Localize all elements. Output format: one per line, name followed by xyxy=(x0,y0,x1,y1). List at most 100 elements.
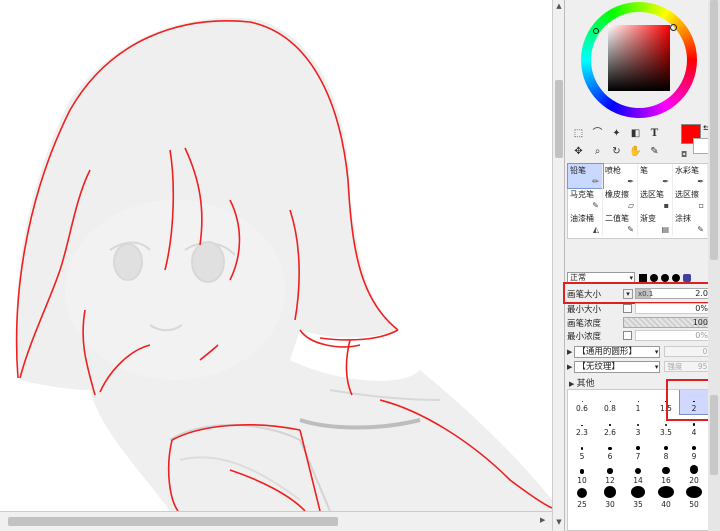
size-preset[interactable]: 30 xyxy=(596,486,624,510)
size-preset[interactable]: 7 xyxy=(624,438,652,462)
size-preset[interactable]: 5 xyxy=(568,438,596,462)
brush-smudge[interactable]: 涂抹 ✎ xyxy=(673,212,708,236)
brush-selection-eraser[interactable]: 选区擦 ▫ xyxy=(673,188,708,212)
size-preset[interactable]: 0.8 xyxy=(596,390,624,414)
brush-label: 选区笔 xyxy=(640,190,664,199)
size-preset[interactable]: 10 xyxy=(568,462,596,486)
select-rect-icon[interactable]: ⬚ xyxy=(571,126,586,141)
round-shape-icon[interactable] xyxy=(650,273,658,282)
magic-wand-icon[interactable]: ✦ xyxy=(609,126,624,141)
size-preset[interactable]: 1 xyxy=(624,390,652,414)
size-preset[interactable]: 9 xyxy=(680,438,708,462)
scroll-up-icon[interactable]: ▲ xyxy=(554,1,564,11)
brush-dot-icon xyxy=(686,486,702,498)
brush-label: 铅笔 xyxy=(570,166,586,175)
size-label: 0.8 xyxy=(604,404,616,413)
shape-strength-value[interactable]: 0 xyxy=(664,346,711,357)
size-preset[interactable]: 35 xyxy=(624,486,652,510)
canvas-vertical-scrollbar[interactable]: ▲ ▼ xyxy=(552,0,564,531)
min-size-checkbox[interactable] xyxy=(623,304,632,313)
hand-icon[interactable]: ✋ xyxy=(628,144,643,159)
rotate-icon[interactable]: ↻ xyxy=(609,144,624,159)
brush-label: 橡皮擦 xyxy=(605,190,629,199)
sv-picker-handle[interactable] xyxy=(593,28,599,34)
drawing-canvas[interactable] xyxy=(0,0,552,511)
brush-shape-presets xyxy=(639,273,691,282)
min-size-slider[interactable]: 0% xyxy=(635,303,711,314)
brush-dot-icon xyxy=(581,401,583,402)
scroll-right-icon[interactable]: ▶ xyxy=(540,516,550,528)
brush-dot-icon xyxy=(580,447,584,450)
other-section-toggle[interactable]: ▶ 其他 xyxy=(569,376,595,389)
panel-scroll-thumb[interactable] xyxy=(710,0,718,260)
brush-marker[interactable]: 马克笔 ✎ xyxy=(568,188,603,212)
brush-eraser[interactable]: 橡皮擦 ▱ xyxy=(603,188,638,212)
layer-select-icon[interactable]: ◧ xyxy=(628,126,643,141)
texture-row: ▶ 【无纹理】 强度 95 xyxy=(567,360,711,373)
size-preset[interactable]: 50 xyxy=(680,486,708,510)
size-preset[interactable]: 8 xyxy=(652,438,680,462)
brush-bucket[interactable]: 油漆桶 ◭ xyxy=(568,212,603,236)
min-density-slider[interactable]: 0% xyxy=(635,330,711,341)
brush-binary-pen[interactable]: 二值笔 ✎ xyxy=(603,212,638,236)
density-slider[interactable]: 100 xyxy=(623,317,711,328)
size-label: 3.5 xyxy=(660,428,672,437)
min-size-value: 0% xyxy=(695,304,708,313)
min-density-checkbox[interactable] xyxy=(623,331,632,340)
texture-strength-field[interactable]: 强度 95 xyxy=(664,361,711,372)
texture-select[interactable]: 【无纹理】 xyxy=(574,360,661,373)
brush-shape-select[interactable]: 【通用的圆形】 xyxy=(574,345,661,358)
hue-picker-handle[interactable] xyxy=(670,24,677,31)
size-label: 4 xyxy=(691,428,697,437)
canvas-hscroll-thumb[interactable] xyxy=(8,517,338,526)
move-icon[interactable]: ✥ xyxy=(571,144,586,159)
text-tool-icon[interactable]: T xyxy=(647,126,662,141)
size-preset[interactable]: 2.3 xyxy=(568,414,596,438)
min-size-label: 最小大小 xyxy=(567,304,602,315)
brush-gradient[interactable]: 渐变 ▤ xyxy=(638,212,673,236)
round-shape-icon[interactable] xyxy=(661,273,669,282)
watercolor-icon: ✒ xyxy=(697,177,704,186)
brush-dot-icon xyxy=(608,446,612,450)
brush-pen[interactable]: 笔 ✒ xyxy=(638,164,673,188)
brush-label: 涂抹 xyxy=(675,214,691,223)
scroll-down-icon[interactable]: ▼ xyxy=(554,517,564,527)
selection-eraser-icon: ▫ xyxy=(698,201,704,210)
expand-arrow-icon[interactable]: ▶ xyxy=(567,363,572,371)
size-label: 9 xyxy=(691,452,697,461)
background-color-swatch[interactable] xyxy=(693,138,709,154)
expand-arrow-icon[interactable]: ▶ xyxy=(567,348,572,356)
size-preset[interactable]: 12 xyxy=(596,462,624,486)
size-preset[interactable]: 25 xyxy=(568,486,596,510)
round-shape-icon[interactable] xyxy=(672,273,680,282)
texture-strength-value: 95 xyxy=(697,362,708,371)
expand-arrow-icon: ▶ xyxy=(569,380,577,388)
size-preset[interactable]: 20 xyxy=(680,462,708,486)
brush-selection-pen[interactable]: 选区笔 ▪ xyxy=(638,188,673,212)
brush-pencil[interactable]: 铅笔 ✏ xyxy=(567,163,604,189)
brush-watercolor[interactable]: 水彩笔 ✒ xyxy=(673,164,708,188)
size-preset[interactable]: 0.6 xyxy=(568,390,596,414)
size-preset[interactable]: 40 xyxy=(652,486,680,510)
shape-options-icon[interactable] xyxy=(683,273,691,282)
canvas-vscroll-thumb[interactable] xyxy=(555,80,563,158)
size-preset[interactable]: 2.6 xyxy=(596,414,624,438)
square-shape-icon[interactable] xyxy=(639,273,647,282)
size-preset[interactable]: 3 xyxy=(624,414,652,438)
zoom-icon[interactable]: ⌕ xyxy=(590,144,605,159)
brush-dot-icon xyxy=(692,423,696,426)
brush-dot-icon xyxy=(636,446,640,450)
brush-airbrush[interactable]: 喷枪 ✒ xyxy=(603,164,638,188)
lasso-icon[interactable]: ⌒ xyxy=(590,126,605,141)
reset-colors-icon[interactable]: ◘ xyxy=(681,150,687,159)
saturation-value-square[interactable] xyxy=(608,25,670,91)
brush-dot-icon xyxy=(664,423,668,426)
brush-dot-icon xyxy=(576,487,588,498)
size-preset[interactable]: 14 xyxy=(624,462,652,486)
eyedropper-icon[interactable]: ✎ xyxy=(647,144,662,159)
canvas-horizontal-scrollbar[interactable]: ▶ xyxy=(0,511,552,531)
size-preset[interactable]: 6 xyxy=(596,438,624,462)
panel-scrollbar[interactable] xyxy=(708,0,720,531)
size-preset[interactable]: 16 xyxy=(652,462,680,486)
size-list-scroll-thumb[interactable] xyxy=(710,395,718,475)
